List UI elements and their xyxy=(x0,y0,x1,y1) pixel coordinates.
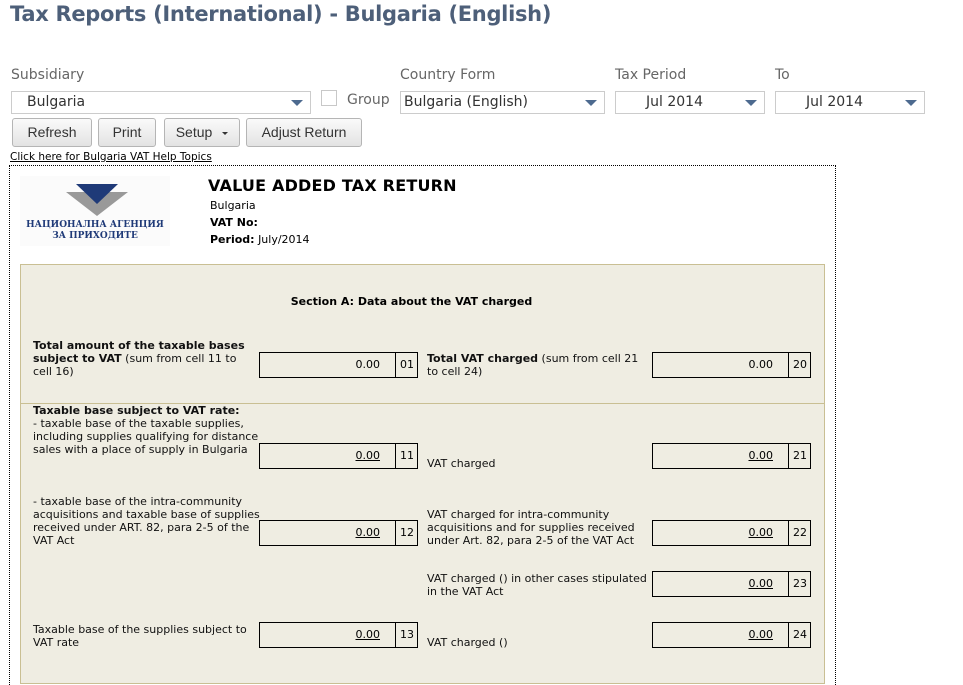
cell-20-amount: 0.00 xyxy=(748,358,774,371)
cell-21-amount-link[interactable]: 0.00 xyxy=(749,444,774,468)
print-button[interactable]: Print xyxy=(98,118,156,147)
row-24-label: VAT charged () xyxy=(427,636,508,649)
cell-21-number: 21 xyxy=(793,449,807,462)
group-checkbox[interactable] xyxy=(321,90,337,106)
row-12-label: - taxable base of the intra-community ac… xyxy=(33,495,260,547)
section-a xyxy=(20,264,825,684)
vat-no-label: VAT No: xyxy=(210,216,258,229)
caret-down-icon xyxy=(222,131,229,135)
subsidiary-label: Subsidiary xyxy=(11,67,85,83)
to-label: To xyxy=(775,67,790,83)
report-title: VALUE ADDED TAX RETURN xyxy=(208,176,457,195)
tax-period-label: Tax Period xyxy=(615,67,687,83)
setup-button[interactable]: Setup xyxy=(164,118,240,147)
period-value: July/2014 xyxy=(258,233,310,246)
cell-13-number: 13 xyxy=(400,628,414,641)
row-22-label: VAT charged for intra-community acquisit… xyxy=(427,508,635,547)
cell-01-amount: 0.00 xyxy=(355,358,381,371)
cell-13: 0.00 13 xyxy=(259,622,418,648)
tax-period-value: Jul 2014 xyxy=(646,94,703,110)
cell-20: 0.00 20 xyxy=(652,352,811,378)
row-13-label: Taxable base of the supplies subject to … xyxy=(33,623,247,649)
setup-label: Setup xyxy=(175,124,213,140)
logo-text-line2: ЗА ПРИХОДИТЕ xyxy=(52,231,138,241)
logo-text-line1: НАЦИОНАЛНА АГЕНЦИЯ xyxy=(26,220,164,230)
help-topics-link[interactable]: Click here for Bulgaria VAT Help Topics xyxy=(10,151,212,163)
chevron-down-icon xyxy=(291,100,303,106)
cell-11-number: 11 xyxy=(400,449,414,462)
cell-11-amount-link[interactable]: 0.00 xyxy=(356,444,381,468)
cell-12-number: 12 xyxy=(400,526,414,539)
cell-22: 0.00 22 xyxy=(652,520,811,546)
adjust-return-button[interactable]: Adjust Return xyxy=(246,118,362,147)
subsidiary-value: Bulgaria xyxy=(27,94,86,110)
total-vat-charged-label: Total VAT charged (sum from cell 21 to c… xyxy=(427,352,639,378)
cell-24-number: 24 xyxy=(793,628,807,641)
cell-01: 0.00 01 xyxy=(259,352,418,378)
to-value: Jul 2014 xyxy=(806,94,863,110)
chevron-down-icon xyxy=(585,100,597,106)
tax-period-select[interactable]: Jul 2014 xyxy=(615,91,765,114)
cell-24-amount-link[interactable]: 0.00 xyxy=(749,623,774,647)
row-11-label: - taxable base of the taxable supplies, … xyxy=(33,417,259,456)
chevron-down-icon xyxy=(745,100,757,106)
row-23-label: VAT charged () in other cases stipulated… xyxy=(427,572,647,598)
to-select[interactable]: Jul 2014 xyxy=(775,91,925,114)
total-taxable-bases-label: Total amount of the taxable bases subjec… xyxy=(33,339,245,378)
group-label: Group xyxy=(347,92,390,108)
taxable-base-subheading: Taxable base subject to VAT rate: xyxy=(33,404,240,417)
cell-23-amount-link[interactable]: 0.00 xyxy=(749,572,774,596)
cell-12: 0.00 12 xyxy=(259,520,418,546)
period: Period: July/2014 xyxy=(210,233,310,246)
cell-22-number: 22 xyxy=(793,526,807,539)
cell-23-number: 23 xyxy=(793,577,807,590)
cell-21: 0.00 21 xyxy=(652,443,811,469)
vat-no: VAT No: xyxy=(210,216,258,229)
country-form-label: Country Form xyxy=(400,67,496,83)
row-21-label: VAT charged xyxy=(427,457,496,470)
cell-24: 0.00 24 xyxy=(652,622,811,648)
nra-logo: НАЦИОНАЛНА АГЕНЦИЯ ЗА ПРИХОДИТЕ xyxy=(20,176,170,246)
cell-23: 0.00 23 xyxy=(652,571,811,597)
cell-01-number: 01 xyxy=(400,358,414,371)
section-a-title: Section A: Data about the VAT charged xyxy=(290,295,533,308)
country-form-select[interactable]: Bulgaria (English) xyxy=(400,91,605,114)
cell-12-amount-link[interactable]: 0.00 xyxy=(356,521,381,545)
country-form-value: Bulgaria (English) xyxy=(404,94,528,110)
report-country: Bulgaria xyxy=(210,199,256,212)
cell-22-amount-link[interactable]: 0.00 xyxy=(749,521,774,545)
refresh-button[interactable]: Refresh xyxy=(12,118,92,147)
cell-11: 0.00 11 xyxy=(259,443,418,469)
subsidiary-select[interactable]: Bulgaria xyxy=(11,91,311,114)
cell-13-amount-link[interactable]: 0.00 xyxy=(356,623,381,647)
period-label: Period: xyxy=(210,233,255,246)
chevron-down-icon xyxy=(905,100,917,106)
cell-20-number: 20 xyxy=(793,358,807,371)
logo-triangle-blue-icon xyxy=(76,184,118,204)
page-title: Tax Reports (International) - Bulgaria (… xyxy=(10,2,552,26)
